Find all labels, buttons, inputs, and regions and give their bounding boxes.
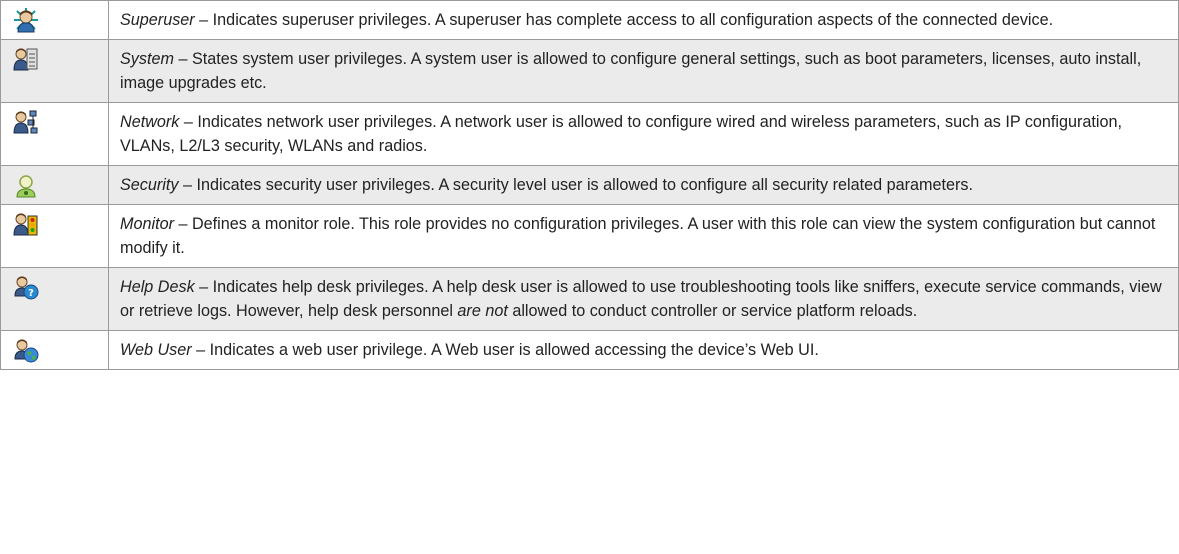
description-cell: Superuser – Indicates superuser privileg…	[108, 0, 1179, 40]
description-cell: System – States system user privileges. …	[108, 39, 1179, 103]
role-description: – Defines a monitor role. This role prov…	[120, 215, 1156, 257]
web-user-icon	[14, 339, 39, 363]
role-description-continued: allowed to conduct controller or service…	[507, 302, 918, 320]
description-cell: Web User – Indicates a web user privileg…	[108, 330, 1179, 370]
network-user-icon	[13, 110, 38, 134]
icon-cell	[0, 330, 109, 370]
role-name: Web User	[120, 341, 192, 359]
role-name: Superuser	[120, 11, 195, 29]
superuser-icon	[14, 8, 38, 33]
table-row: ? Help Desk – Indicates help desk privil…	[0, 267, 1179, 331]
role-description: – Indicates a web user privilege. A Web …	[191, 341, 819, 359]
role-description: – Indicates superuser privileges. A supe…	[194, 11, 1054, 29]
icon-cell	[0, 39, 109, 103]
role-name: System	[120, 50, 174, 68]
role-description: – Indicates security user privileges. A …	[178, 176, 973, 194]
role-name: Security	[120, 176, 179, 194]
description-cell: Network – Indicates network user privile…	[108, 102, 1179, 166]
table-row: Security – Indicates security user privi…	[0, 165, 1179, 205]
help-desk-user-icon: ?	[14, 276, 39, 300]
table-row: System – States system user privileges. …	[0, 39, 1179, 103]
icon-cell	[0, 102, 109, 166]
role-description: – Indicates network user privileges. A n…	[120, 113, 1123, 155]
user-roles-table: Superuser – Indicates superuser privileg…	[0, 0, 1179, 370]
description-cell: Monitor – Defines a monitor role. This r…	[108, 204, 1179, 268]
security-user-icon	[16, 175, 36, 198]
role-name: Help Desk	[120, 278, 195, 296]
table-row: Network – Indicates network user privile…	[0, 102, 1179, 166]
system-user-icon	[13, 48, 38, 71]
role-description: – States system user privileges. A syste…	[120, 50, 1142, 92]
emphasis-text: are not	[457, 302, 508, 320]
role-name: Network	[120, 113, 180, 131]
icon-cell: ?	[0, 267, 109, 331]
table-row: Monitor – Defines a monitor role. This r…	[0, 204, 1179, 268]
table-row: Superuser – Indicates superuser privileg…	[0, 0, 1179, 40]
description-cell: Security – Indicates security user privi…	[108, 165, 1179, 205]
description-cell: Help Desk – Indicates help desk privileg…	[108, 267, 1179, 331]
svg-text:?: ?	[28, 288, 34, 299]
monitor-user-icon	[13, 213, 38, 236]
icon-cell	[0, 204, 109, 268]
icon-cell	[0, 165, 109, 205]
role-name: Monitor	[120, 215, 174, 233]
icon-cell	[0, 0, 109, 40]
table-row: Web User – Indicates a web user privileg…	[0, 330, 1179, 370]
